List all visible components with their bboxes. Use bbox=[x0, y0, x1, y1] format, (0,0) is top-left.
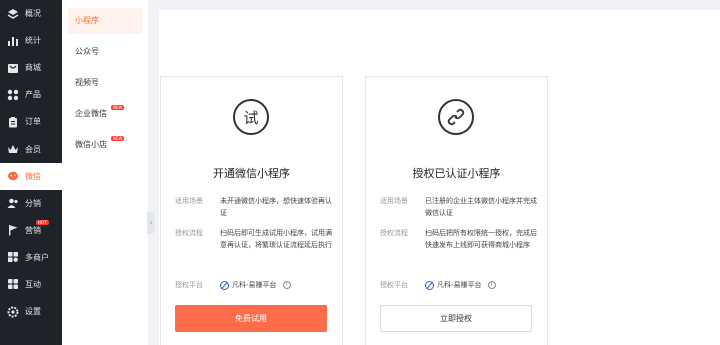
submenu-item-official-account[interactable]: 公众号 bbox=[68, 39, 142, 65]
scene-label: 适用场景 bbox=[175, 197, 203, 205]
wechat-submenu: 小程序 公众号 视频号 企业微信 NEW 微信小店 NEW bbox=[62, 0, 148, 345]
nav-label: 订单 bbox=[25, 117, 41, 127]
link-icon bbox=[438, 99, 474, 135]
new-badge: NEW bbox=[111, 105, 125, 110]
nav-item-wechat[interactable]: 微信 bbox=[0, 162, 62, 190]
platform-value: 凡科-易赚平台 i bbox=[220, 279, 291, 291]
nav-item-multi-merchant[interactable]: 多商户 bbox=[0, 244, 62, 271]
nav-label: 产品 bbox=[25, 90, 41, 100]
flow-value: 扫码后即可生成试用小程序，试用满意再认证，将繁琐认证流程延后执行 bbox=[220, 229, 332, 249]
nav-label: 概况 bbox=[25, 9, 41, 19]
platform-value: 凡科-易赚平台 i bbox=[425, 279, 496, 291]
nav-label: 互动 bbox=[25, 279, 41, 289]
scene-row: 适用场景 未开通微信小程序，想快速体验再认证 bbox=[175, 195, 334, 219]
authorize-now-button[interactable]: 立即授权 bbox=[380, 305, 532, 332]
submenu-label: 企业微信 bbox=[75, 109, 107, 118]
nav-item-overview[interactable]: 概况 bbox=[0, 0, 62, 27]
chevron-left-icon: ‹ bbox=[149, 218, 153, 227]
store-icon bbox=[7, 62, 19, 74]
platform-row: 授权平台 凡科-易赚平台 i bbox=[175, 279, 291, 291]
wechat-icon bbox=[7, 170, 19, 182]
nav-label: 设置 bbox=[25, 307, 41, 317]
collapse-submenu-handle[interactable]: ‹ bbox=[147, 212, 155, 234]
shops-icon bbox=[7, 251, 19, 263]
flow-row: 授权流程 扫码后即可生成试用小程序，试用满意再认证，将繁琐认证流程延后执行 bbox=[175, 227, 334, 251]
submenu-label: 视频号 bbox=[75, 78, 99, 87]
grid-icon bbox=[7, 89, 19, 101]
platform-logo-icon bbox=[220, 280, 229, 290]
nav-label: 多商户 bbox=[25, 252, 49, 262]
platform-label: 授权平台 bbox=[380, 281, 408, 289]
platform-name: 凡科-易赚平台 bbox=[232, 281, 277, 289]
apps-icon bbox=[7, 278, 19, 290]
submenu-item-wechat-shop[interactable]: 微信小店 NEW bbox=[68, 132, 142, 158]
submenu-item-channels[interactable]: 视频号 bbox=[68, 70, 142, 96]
authorize-card: 授权已认证小程序 适用场景 已注册的企业主体微信小程序并完成微信认证 授权流程 … bbox=[365, 76, 548, 345]
flow-label: 授权流程 bbox=[380, 229, 408, 237]
trial-badge-icon: 试 bbox=[233, 99, 269, 135]
nav-label: 微信 bbox=[25, 171, 41, 181]
card-title: 授权已认证小程序 bbox=[412, 167, 501, 180]
nav-item-products[interactable]: 产品 bbox=[0, 81, 62, 108]
card-title: 开通微信小程序 bbox=[213, 167, 290, 180]
scene-value: 未开通微信小程序，想快速体验再认证 bbox=[220, 197, 332, 217]
bar-chart-icon bbox=[7, 35, 19, 47]
hot-badge: HOT bbox=[36, 219, 49, 225]
free-trial-button[interactable]: 免费试用 bbox=[175, 305, 327, 332]
platform-label: 授权平台 bbox=[175, 281, 203, 289]
nav-item-settings[interactable]: 设置 bbox=[0, 298, 62, 325]
clipboard-icon bbox=[7, 116, 19, 128]
flag-icon bbox=[7, 224, 19, 236]
nav-item-interaction[interactable]: 互动 bbox=[0, 271, 62, 298]
scene-row: 适用场景 已注册的企业主体微信小程序并完成微信认证 bbox=[380, 195, 539, 219]
nav-item-stats[interactable]: 统计 bbox=[0, 27, 62, 54]
nav-label: 营销 bbox=[25, 225, 41, 235]
info-icon[interactable]: i bbox=[487, 281, 496, 289]
nav-item-orders[interactable]: 订单 bbox=[0, 108, 62, 135]
nav-item-mall[interactable]: 商城 bbox=[0, 54, 62, 81]
nav-item-distribution[interactable]: 分销 bbox=[0, 190, 62, 217]
crown-icon bbox=[7, 143, 19, 155]
nav-label: 会员 bbox=[25, 144, 41, 154]
flow-row: 授权流程 扫码后把所有权限统一授权，完成后快速发布上线即可获得商城小程序 bbox=[380, 227, 539, 251]
submenu-item-mini-program[interactable]: 小程序 bbox=[68, 8, 142, 34]
flow-value: 扫码后把所有权限统一授权，完成后快速发布上线即可获得商城小程序 bbox=[425, 229, 537, 249]
nav-item-members[interactable]: 会员 bbox=[0, 135, 62, 162]
submenu-label: 公众号 bbox=[75, 47, 99, 56]
submenu-label: 小程序 bbox=[75, 16, 99, 25]
platform-logo-icon bbox=[425, 280, 434, 290]
scene-value: 已注册的企业主体微信小程序并完成微信认证 bbox=[425, 197, 537, 217]
trial-card: 试 开通微信小程序 适用场景 未开通微信小程序，想快速体验再认证 授权流程 扫码… bbox=[160, 76, 343, 345]
submenu-item-wecom[interactable]: 企业微信 NEW bbox=[68, 101, 142, 127]
layers-icon bbox=[7, 8, 19, 20]
platform-name: 凡科-易赚平台 bbox=[437, 281, 482, 289]
scene-label: 适用场景 bbox=[380, 197, 408, 205]
info-icon[interactable]: i bbox=[282, 281, 291, 289]
platform-row: 授权平台 凡科-易赚平台 i bbox=[380, 279, 496, 291]
nav-label: 商城 bbox=[25, 63, 41, 73]
flow-label: 授权流程 bbox=[175, 229, 203, 237]
gear-icon bbox=[7, 306, 19, 318]
new-badge: NEW bbox=[111, 136, 125, 141]
nav-label: 分销 bbox=[25, 198, 41, 208]
nav-item-marketing[interactable]: 营销 HOT bbox=[0, 217, 62, 244]
main-nav: 概况 统计 商城 产品 订单 会员 微信 分销 营销 HOT 多商户 互动 设置 bbox=[0, 0, 62, 345]
nav-label: 统计 bbox=[25, 36, 41, 46]
users-icon bbox=[7, 197, 19, 209]
submenu-label: 微信小店 bbox=[75, 140, 107, 149]
